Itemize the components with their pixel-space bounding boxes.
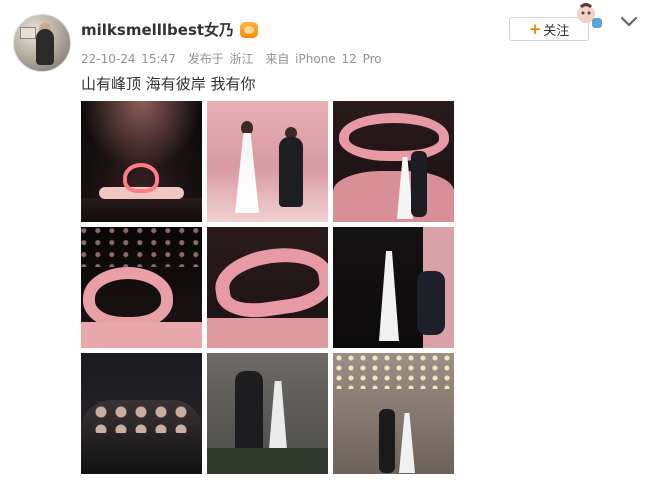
faces bbox=[91, 403, 191, 433]
chevron-down-icon[interactable] bbox=[620, 14, 638, 28]
heart-arch bbox=[339, 113, 449, 161]
plants bbox=[207, 448, 328, 474]
avatar[interactable] bbox=[13, 14, 71, 72]
photo-5[interactable] bbox=[207, 227, 328, 348]
groom-suit bbox=[417, 271, 445, 335]
photo-7[interactable] bbox=[81, 353, 202, 474]
avatar-screen-graphic bbox=[20, 27, 36, 39]
follow-plus: + bbox=[528, 20, 542, 38]
photo-3[interactable] bbox=[333, 101, 454, 222]
follow-label: 关注 bbox=[543, 23, 570, 39]
petal-rain bbox=[81, 227, 202, 267]
groom-suit bbox=[411, 151, 427, 217]
sticker-icon bbox=[577, 3, 602, 28]
flower-bank bbox=[333, 171, 454, 222]
flower-bed bbox=[207, 318, 328, 348]
lights bbox=[333, 353, 454, 389]
petal-rain bbox=[81, 101, 202, 171]
vip-badge-icon bbox=[240, 21, 259, 38]
photo-6[interactable] bbox=[333, 227, 454, 348]
bride-dress bbox=[379, 251, 399, 341]
username[interactable]: milksmelllbest女乃 bbox=[81, 19, 234, 40]
photo-9[interactable] bbox=[333, 353, 454, 474]
post-text: 山有峰顶 海有彼岸 我有你 bbox=[81, 75, 256, 93]
groom-suit bbox=[379, 409, 395, 473]
username-row: milksmelllbest女乃 bbox=[81, 19, 259, 40]
heart-decoration bbox=[210, 241, 328, 323]
bride-dress bbox=[399, 413, 415, 473]
floor bbox=[81, 198, 202, 222]
post-meta: 22-10-24 15:47 发布于 浙江 来自 iPhone 12 Pro bbox=[81, 50, 388, 67]
photo-4[interactable] bbox=[81, 227, 202, 348]
post-date[interactable]: 22-10-24 15:47 bbox=[81, 52, 176, 66]
avatar-figure-graphic bbox=[36, 29, 54, 65]
bride-head bbox=[241, 121, 253, 135]
groom-suit bbox=[279, 137, 303, 207]
heart-decoration bbox=[123, 163, 159, 193]
photo-grid bbox=[81, 101, 454, 474]
photo-1[interactable] bbox=[81, 101, 202, 222]
photo-8[interactable] bbox=[207, 353, 328, 474]
post-source: 来自 iPhone 12 Pro bbox=[265, 52, 382, 66]
flower-bed bbox=[81, 322, 202, 348]
bride-dress bbox=[235, 133, 259, 213]
photo-2[interactable] bbox=[207, 101, 328, 222]
post-location: 发布于 浙江 bbox=[187, 52, 254, 66]
heart-decoration bbox=[83, 267, 173, 329]
